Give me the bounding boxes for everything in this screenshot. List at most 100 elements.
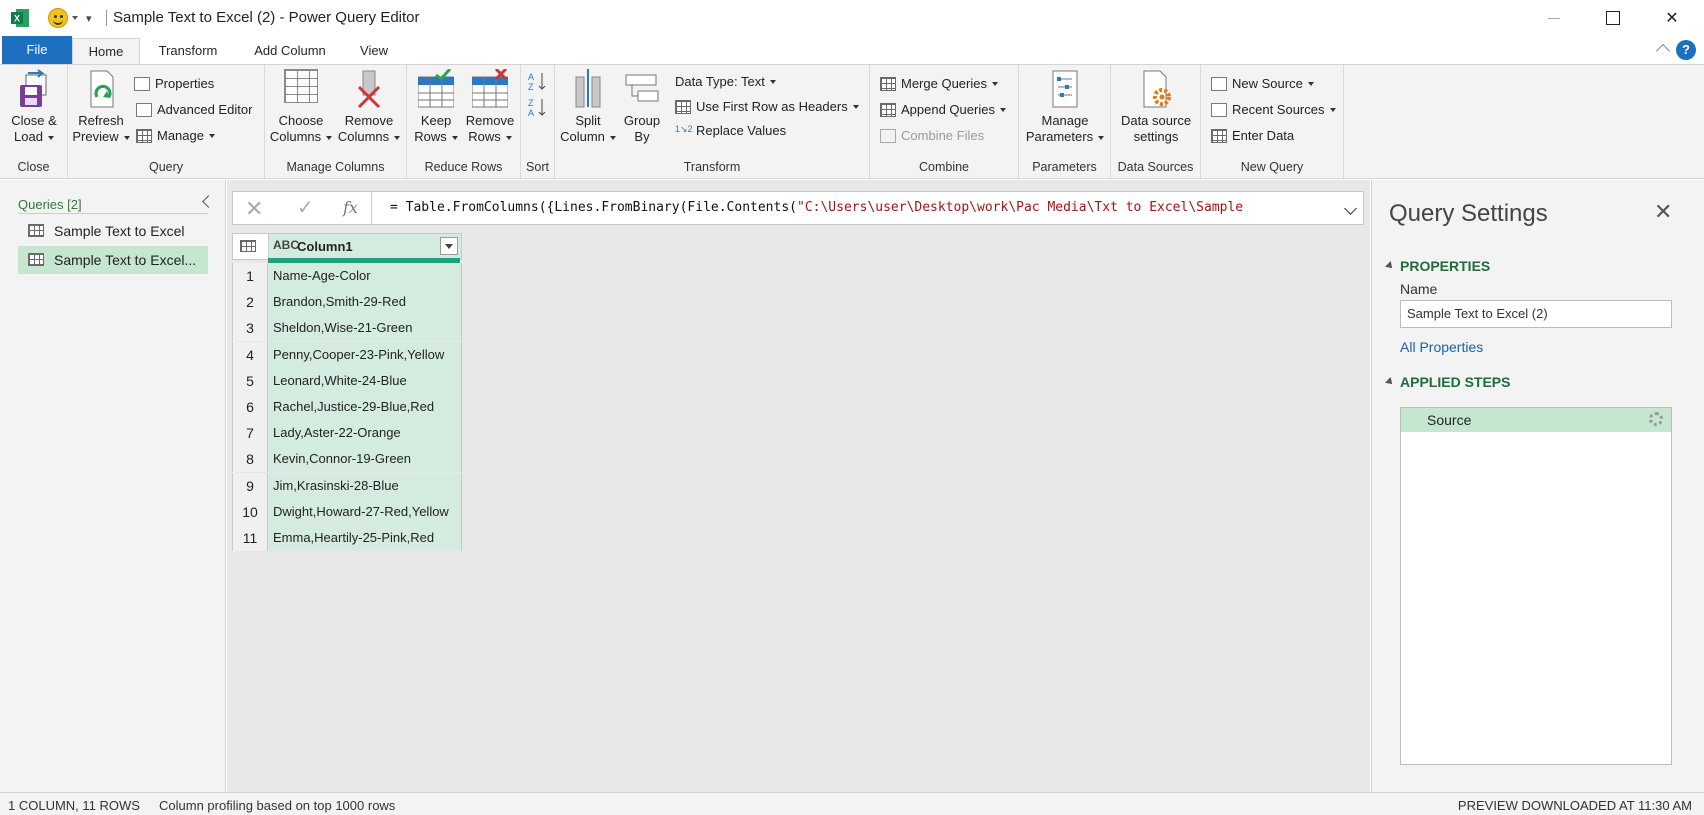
properties-header: PROPERTIES xyxy=(1400,258,1491,274)
smiley-dropdown-icon[interactable] xyxy=(72,16,78,20)
close-load-icon xyxy=(16,69,52,109)
table-menu-button[interactable] xyxy=(233,234,269,259)
cell-value[interactable]: Penny,Cooper-23-Pink,Yellow xyxy=(268,341,462,368)
tab-transform[interactable]: Transform xyxy=(150,38,226,64)
data-source-settings-button[interactable]: Data source settings xyxy=(1115,69,1197,145)
cell-value[interactable]: Emma,Heartily-25-Pink,Red xyxy=(268,525,462,551)
split-column-button[interactable]: Split Column xyxy=(559,69,617,145)
cell-value[interactable]: Jim,Krasinski-28-Blue xyxy=(268,472,462,499)
tab-home[interactable]: Home xyxy=(72,38,140,65)
table-row[interactable]: 7 Lady,Aster-22-Orange xyxy=(232,420,462,447)
cell-value[interactable]: Kevin,Connor-19-Green xyxy=(268,446,462,473)
quick-access-customize-icon[interactable]: ▾ xyxy=(86,12,92,25)
collapse-queries-icon[interactable] xyxy=(202,195,215,208)
step-source[interactable]: Source xyxy=(1401,408,1671,432)
table-row[interactable]: 1 Name-Age-Color xyxy=(232,263,462,289)
row-number[interactable]: 11 xyxy=(232,525,268,551)
sort-descending-icon[interactable]: ZA xyxy=(528,97,548,118)
replace-values-button[interactable]: 1↘2 Replace Values xyxy=(675,120,786,142)
fx-icon[interactable]: fx xyxy=(343,198,358,217)
all-properties-link[interactable]: All Properties xyxy=(1400,339,1483,355)
row-number[interactable]: 2 xyxy=(232,289,268,316)
minimize-button[interactable] xyxy=(1525,0,1583,36)
text-type-icon[interactable]: ABC xyxy=(273,238,299,252)
keep-rows-button[interactable]: Keep Rows xyxy=(411,67,461,145)
table-row[interactable]: 4 Penny,Cooper-23-Pink,Yellow xyxy=(232,341,462,368)
group-by-button[interactable]: Group By xyxy=(619,69,665,145)
cell-value[interactable]: Leonard,White-24-Blue xyxy=(268,367,462,394)
column-filter-icon[interactable] xyxy=(440,237,458,255)
collapse-steps-icon[interactable] xyxy=(1385,377,1395,387)
formula-input[interactable]: = Table.FromColumns({Lines.FromBinary(Fi… xyxy=(390,200,1290,215)
cell-value[interactable]: Brandon,Smith-29-Red xyxy=(268,289,462,316)
cell-value[interactable]: Rachel,Justice-29-Blue,Red xyxy=(268,394,462,420)
cell-value[interactable]: Sheldon,Wise-21-Green xyxy=(268,315,462,342)
smiley-feedback-icon[interactable] xyxy=(48,8,68,28)
table-row[interactable]: 8 Kevin,Connor-19-Green xyxy=(232,446,462,473)
choose-columns-button[interactable]: Choose Columns xyxy=(269,69,333,145)
refresh-label-2: Preview xyxy=(72,129,130,145)
table-row[interactable]: 2 Brandon,Smith-29-Red xyxy=(232,289,462,316)
row-number[interactable]: 5 xyxy=(232,367,268,394)
close-and-load-button[interactable]: Close & Load xyxy=(4,69,64,145)
commit-formula-icon[interactable]: ✓ xyxy=(297,195,314,220)
enter-data-button[interactable]: Enter Data xyxy=(1211,125,1294,147)
table-row[interactable]: 5 Leonard,White-24-Blue xyxy=(232,367,462,394)
row-number[interactable]: 9 xyxy=(232,472,268,499)
ribbon-tabs: File Home Transform Add Column View ? xyxy=(0,36,1704,65)
tab-file[interactable]: File xyxy=(2,36,72,64)
cell-value[interactable]: Name-Age-Color xyxy=(268,263,462,289)
data-type-dropdown[interactable]: Data Type: Text xyxy=(675,71,776,93)
split-column-label: Split xyxy=(575,113,601,128)
row-number[interactable]: 1 xyxy=(232,263,268,289)
tab-add-column[interactable]: Add Column xyxy=(244,38,336,64)
cancel-formula-icon[interactable]: ✕ xyxy=(245,196,263,222)
row-number[interactable]: 6 xyxy=(232,394,268,420)
sort-ascending-icon[interactable]: AZ xyxy=(528,71,548,92)
table-row[interactable]: 10 Dwight,Howard-27-Red,Yellow xyxy=(232,498,462,525)
column-header[interactable]: ABC Column1 xyxy=(269,234,461,259)
table-row[interactable]: 11 Emma,Heartily-25-Pink,Red xyxy=(232,525,462,551)
row-number[interactable]: 7 xyxy=(232,420,268,447)
gear-icon[interactable] xyxy=(1649,412,1663,426)
first-row-headers-icon xyxy=(675,100,691,114)
query-item[interactable]: Sample Text to Excel xyxy=(18,217,208,245)
table-row[interactable]: 9 Jim,Krasinski-28-Blue xyxy=(232,472,462,499)
collapse-ribbon-icon[interactable] xyxy=(1655,43,1671,59)
queries-header[interactable]: Queries [2] xyxy=(18,197,82,212)
combine-files-button[interactable]: Combine Files xyxy=(880,125,984,147)
query-name-input[interactable]: Sample Text to Excel (2) xyxy=(1400,300,1672,328)
table-row[interactable]: 6 Rachel,Justice-29-Blue,Red xyxy=(232,394,462,420)
close-window-button[interactable]: ✕ xyxy=(1643,0,1701,36)
row-number[interactable]: 4 xyxy=(232,341,268,368)
tab-view[interactable]: View xyxy=(350,38,398,64)
profiling-status[interactable]: Column profiling based on top 1000 rows xyxy=(159,798,395,813)
refresh-preview-button[interactable]: Refresh Preview xyxy=(72,69,130,145)
help-icon[interactable]: ? xyxy=(1676,40,1696,60)
row-number[interactable]: 3 xyxy=(232,315,268,342)
merge-queries-button[interactable]: Merge Queries xyxy=(880,73,998,95)
advanced-editor-icon xyxy=(136,103,152,117)
properties-button[interactable]: Properties xyxy=(134,73,214,95)
remove-rows-button[interactable]: Remove Rows xyxy=(463,67,517,145)
cell-value[interactable]: Lady,Aster-22-Orange xyxy=(268,420,462,447)
row-number[interactable]: 8 xyxy=(232,446,268,473)
use-first-row-headers-button[interactable]: Use First Row as Headers xyxy=(675,96,859,118)
query-item-selected[interactable]: Sample Text to Excel... xyxy=(18,246,208,274)
remove-columns-button[interactable]: Remove Columns xyxy=(337,69,401,145)
close-settings-icon[interactable]: ✕ xyxy=(1654,201,1672,223)
collapse-properties-icon[interactable] xyxy=(1385,261,1395,271)
new-source-button[interactable]: New Source xyxy=(1211,73,1314,95)
row-number[interactable]: 10 xyxy=(232,498,268,525)
recent-sources-button[interactable]: Recent Sources xyxy=(1211,99,1336,121)
append-queries-button[interactable]: Append Queries xyxy=(880,99,1006,121)
manage-button[interactable]: Manage xyxy=(136,125,215,147)
maximize-button[interactable] xyxy=(1584,0,1642,36)
cell-value[interactable]: Dwight,Howard-27-Red,Yellow xyxy=(268,498,462,525)
manage-parameters-button[interactable]: Manage Parameters xyxy=(1023,69,1107,145)
advanced-editor-button[interactable]: Advanced Editor xyxy=(136,99,252,121)
row-count-status: 1 COLUMN, 11 ROWS xyxy=(8,798,140,813)
table-row[interactable]: 3 Sheldon,Wise-21-Green xyxy=(232,315,462,342)
data-sources-group-label: Data Sources xyxy=(1117,160,1194,174)
expand-formula-icon[interactable] xyxy=(1344,202,1357,215)
